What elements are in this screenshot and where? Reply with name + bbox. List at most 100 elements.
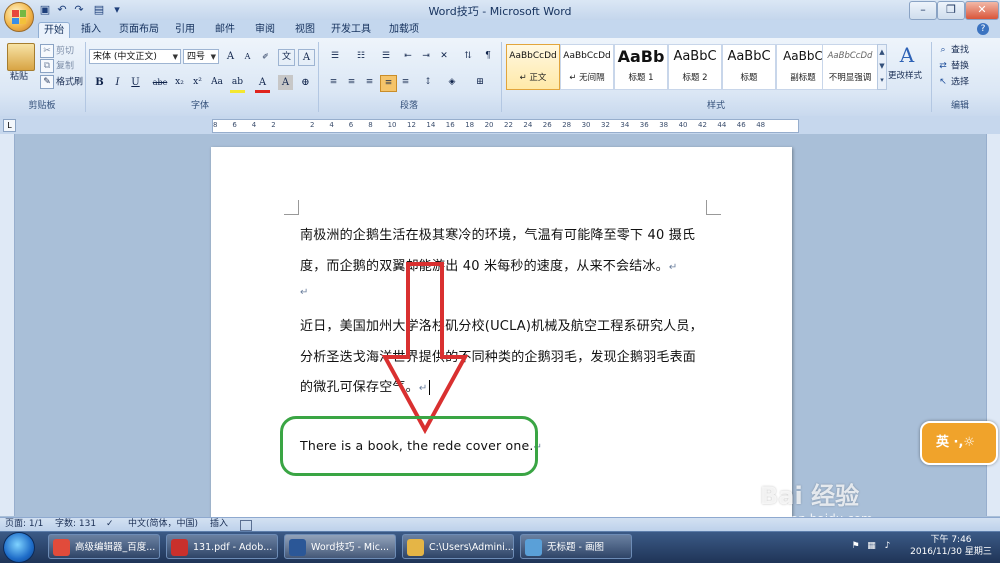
annotation-arrow bbox=[381, 262, 469, 434]
tab-references[interactable]: 引用 bbox=[170, 22, 200, 38]
bold-button[interactable]: B bbox=[92, 75, 107, 90]
style-normal[interactable]: AaBbCcDd ↵ 正文 bbox=[506, 44, 560, 90]
ruler-number: 14 bbox=[426, 121, 436, 129]
increase-indent-button[interactable]: ⇥ bbox=[418, 49, 434, 64]
status-word-count[interactable]: 字数: 131 bbox=[55, 519, 96, 530]
status-insert-mode[interactable]: 插入 bbox=[210, 519, 228, 530]
taskbar-item-word[interactable]: Word技巧 - Mic... bbox=[284, 534, 396, 559]
line-spacing-button[interactable]: ↕ bbox=[418, 75, 438, 90]
char-shading-button[interactable]: A bbox=[278, 75, 293, 90]
decrease-indent-button[interactable]: ⇤ bbox=[400, 49, 416, 64]
doc-line-2[interactable]: 度，而企鹅的双翼却能游出 40 米每秒的速度，从来不会结冰。↵ bbox=[300, 255, 677, 274]
help-icon[interactable]: ? bbox=[977, 23, 989, 35]
tab-selector-icon[interactable]: L bbox=[3, 119, 16, 132]
ruler-number: 34 bbox=[620, 121, 630, 129]
tab-mailings[interactable]: 邮件 bbox=[210, 22, 240, 38]
select-button[interactable]: ↖ 选择 bbox=[937, 76, 969, 89]
style-no-spacing[interactable]: AaBbCcDd ↵ 无间隔 bbox=[560, 44, 614, 90]
numbering-button[interactable]: ☷ bbox=[350, 49, 372, 64]
office-button[interactable] bbox=[4, 2, 34, 32]
paste-icon[interactable] bbox=[7, 43, 35, 71]
ruler-number: 4 bbox=[329, 121, 334, 129]
bullets-button[interactable]: ☰ bbox=[324, 49, 346, 64]
change-styles-button[interactable]: 更改样式 bbox=[888, 70, 922, 82]
align-left-button[interactable]: ≡ bbox=[326, 75, 341, 90]
style-subtle-emphasis[interactable]: AaBbCcDd 不明显强调 bbox=[822, 44, 878, 90]
sort-button[interactable]: ⇅ bbox=[460, 49, 476, 64]
tab-page-layout[interactable]: 页面布局 bbox=[114, 22, 164, 38]
doc-line-5[interactable]: 分析圣迭戈海洋世界提供的不同种类的企鹅羽毛，发现企鹅羽毛表面 bbox=[300, 346, 696, 365]
ime-indicator[interactable]: 英 ·,☼ bbox=[920, 421, 998, 465]
restore-button[interactable]: ❐ bbox=[937, 1, 965, 20]
justify-button[interactable]: ≡ bbox=[380, 75, 397, 92]
enclose-char-button[interactable]: ⊕ bbox=[298, 75, 313, 90]
copy-button[interactable]: ⧉ 复制 bbox=[40, 59, 74, 73]
copy-icon: ⧉ bbox=[40, 59, 54, 73]
multilevel-list-button[interactable]: ☰ bbox=[376, 49, 396, 64]
grow-font-button[interactable]: A bbox=[223, 49, 238, 64]
superscript-button[interactable]: x² bbox=[190, 75, 205, 90]
taskbar-item-browser[interactable]: 高级编辑器_百度... bbox=[48, 534, 160, 559]
tray-volume-icon[interactable]: ♪ bbox=[882, 541, 893, 552]
underline-button[interactable]: U bbox=[128, 75, 143, 90]
ruler-number: 2 bbox=[271, 121, 276, 129]
taskbar-item-pdf[interactable]: 131.pdf - Adob... bbox=[166, 534, 278, 559]
style-heading-1[interactable]: AaBb 标题 1 bbox=[614, 44, 668, 90]
font-name-select[interactable]: 宋体 (中文正文) ▼ bbox=[89, 49, 181, 64]
ruler-number: 2 bbox=[310, 121, 315, 129]
vertical-ruler[interactable] bbox=[0, 134, 15, 516]
chinese-layout-button[interactable]: ✕ bbox=[436, 49, 452, 64]
tab-home[interactable]: 开始 bbox=[38, 22, 70, 39]
align-center-button[interactable]: ≡ bbox=[344, 75, 359, 90]
paragraph-group-label: 段落 bbox=[399, 101, 418, 111]
subscript-button[interactable]: x₂ bbox=[172, 75, 187, 90]
format-painter-button[interactable]: ✎ 格式刷 bbox=[40, 75, 83, 89]
show-marks-button[interactable]: ¶ bbox=[480, 49, 496, 64]
pdf-icon bbox=[171, 539, 188, 556]
italic-button[interactable]: I bbox=[110, 75, 125, 90]
taskbar-item-explorer[interactable]: C:\Users\Admini... bbox=[402, 534, 514, 559]
minimize-button[interactable]: – bbox=[909, 1, 937, 20]
tray-flag-icon[interactable]: ⚑ bbox=[850, 541, 861, 552]
start-button[interactable] bbox=[3, 532, 35, 563]
tab-insert[interactable]: 插入 bbox=[76, 22, 106, 38]
styles-scroll[interactable]: ▲ ▼ ▾ bbox=[877, 44, 887, 90]
font-size-select[interactable]: 四号 ▼ bbox=[183, 49, 219, 64]
tray-network-icon[interactable]: ▦ bbox=[866, 541, 877, 552]
style-heading-2[interactable]: AaBbC 标题 2 bbox=[668, 44, 722, 90]
align-right-button[interactable]: ≡ bbox=[362, 75, 377, 90]
taskbar-item-paint[interactable]: 无标题 - 画图 bbox=[520, 534, 632, 559]
doc-line-1[interactable]: 南极洲的企鹅生活在极其寒冷的环境，气温有可能降至零下 40 摄氏 bbox=[300, 224, 695, 243]
tab-developer[interactable]: 开发工具 bbox=[328, 22, 374, 38]
clear-format-button[interactable]: ✐ bbox=[258, 49, 273, 64]
paste-button[interactable]: 粘贴 bbox=[10, 71, 28, 83]
font-color-button[interactable]: A bbox=[255, 75, 270, 93]
ruler-number: 46 bbox=[736, 121, 746, 129]
highlight-color-button[interactable]: ab bbox=[230, 75, 245, 93]
phonetic-guide-button[interactable]: 文 bbox=[278, 49, 295, 66]
tab-view[interactable]: 视图 bbox=[290, 22, 320, 38]
tab-review[interactable]: 审阅 bbox=[250, 22, 280, 38]
proofing-icon[interactable]: ✓ bbox=[106, 519, 114, 530]
status-language[interactable]: 中文(简体，中国) bbox=[128, 519, 198, 530]
doc-line-4[interactable]: 近日，美国加州大学洛杉矶分校(UCLA)机械及航空工程系研究人员， bbox=[300, 315, 703, 334]
tab-addins[interactable]: 加载项 bbox=[384, 22, 424, 38]
char-border-button[interactable]: A bbox=[298, 49, 315, 66]
shading-button[interactable]: ◈ bbox=[442, 75, 462, 90]
replace-button[interactable]: ⇄ 替换 bbox=[937, 60, 969, 73]
find-button[interactable]: ⌕ 查找 bbox=[937, 44, 969, 57]
strikethrough-button[interactable]: abe bbox=[150, 75, 170, 90]
cut-button[interactable]: ✂ 剪切 bbox=[40, 44, 74, 58]
clipboard-group-label: 剪贴板 bbox=[28, 101, 56, 111]
change-styles-icon[interactable]: A bbox=[892, 43, 922, 67]
style-title[interactable]: AaBbC 标题 bbox=[722, 44, 776, 90]
borders-button[interactable]: ⊞ bbox=[468, 75, 492, 90]
taskbar-clock[interactable]: 下午 7:46 2016/11/30 星期三 bbox=[906, 534, 996, 558]
shrink-font-button[interactable]: A bbox=[240, 49, 255, 64]
change-case-button[interactable]: Aa bbox=[208, 75, 226, 90]
ruler-number: 44 bbox=[717, 121, 727, 129]
macro-record-icon[interactable] bbox=[240, 520, 252, 531]
close-button[interactable]: ✕ bbox=[965, 1, 999, 20]
status-page[interactable]: 页面: 1/1 bbox=[5, 519, 43, 530]
distributed-button[interactable]: ≡ bbox=[398, 75, 413, 90]
